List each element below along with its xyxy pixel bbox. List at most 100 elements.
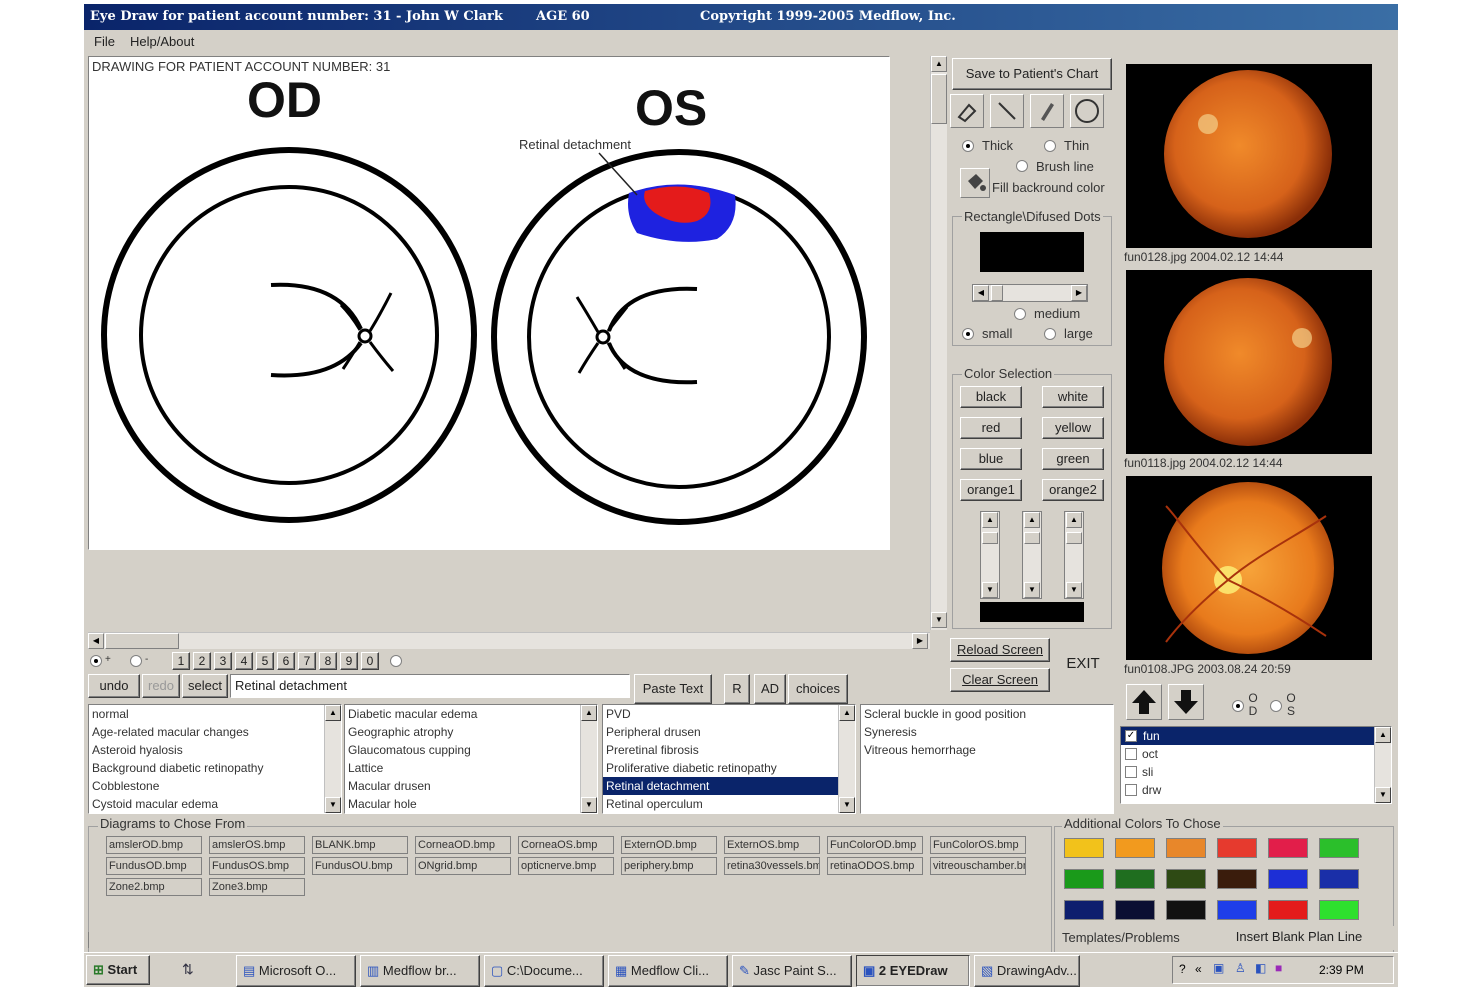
blue-down-arrow-icon[interactable]: ▼ bbox=[1066, 582, 1082, 598]
templates-problems-label[interactable]: Templates/Problems bbox=[1062, 930, 1180, 945]
taskbar-item[interactable]: ✎ Jasc Paint S... bbox=[732, 955, 852, 987]
list-item[interactable]: Cobblestone bbox=[89, 777, 341, 795]
number-button[interactable]: 2 bbox=[193, 652, 211, 670]
image-type-list[interactable]: ✓ fun oct sli drw ▲ ▼ bbox=[1120, 726, 1392, 804]
color-swatch[interactable] bbox=[1268, 838, 1308, 858]
hscroll-thumb[interactable] bbox=[105, 633, 179, 649]
color-swatch[interactable] bbox=[1064, 869, 1104, 889]
color-swatch[interactable] bbox=[1115, 900, 1155, 920]
color-swatch[interactable] bbox=[1319, 869, 1359, 889]
tray-expand-icon[interactable]: « bbox=[1195, 962, 1202, 976]
diagram-file[interactable]: vitreouschamber.bmp bbox=[930, 857, 1026, 875]
image-type-fun[interactable]: ✓ fun bbox=[1121, 727, 1391, 745]
taskbar-item[interactable]: ▥ Medflow br... bbox=[360, 955, 480, 987]
green-up-arrow-icon[interactable]: ▲ bbox=[1024, 512, 1040, 528]
checkbox-icon[interactable] bbox=[1125, 766, 1137, 778]
list-item[interactable]: Scleral buckle in good position bbox=[861, 705, 1113, 723]
list-3-up-arrow-icon[interactable]: ▲ bbox=[839, 705, 855, 721]
taskbar-item[interactable]: ▢ C:\Docume... bbox=[484, 955, 604, 987]
scroll-thumb[interactable] bbox=[931, 74, 947, 124]
quick-launch-icon[interactable]: ⇅ bbox=[182, 961, 194, 978]
fundus-thumbnail-1[interactable] bbox=[1126, 64, 1372, 248]
findings-list-2[interactable]: Diabetic macular edema Geographic atroph… bbox=[344, 704, 598, 814]
eraser-tool[interactable] bbox=[950, 94, 984, 128]
od-radio[interactable] bbox=[1232, 700, 1244, 712]
taskbar-item[interactable]: ▤ Microsoft O... bbox=[236, 955, 356, 987]
fill-button[interactable] bbox=[960, 168, 990, 198]
color-swatch[interactable] bbox=[1217, 869, 1257, 889]
image-type-oct[interactable]: oct bbox=[1121, 745, 1391, 763]
slider-left-arrow-icon[interactable]: ◀ bbox=[973, 285, 989, 301]
circle-tool[interactable] bbox=[1070, 94, 1104, 128]
color-black-button[interactable]: black bbox=[960, 386, 1022, 408]
list-1-scrollbar[interactable]: ▲ ▼ bbox=[324, 705, 341, 813]
red-thumb[interactable] bbox=[982, 532, 998, 544]
list-2-down-arrow-icon[interactable]: ▼ bbox=[581, 797, 597, 813]
diagram-file[interactable]: FundusOS.bmp bbox=[209, 857, 305, 875]
diagram-file[interactable]: opticnerve.bmp bbox=[518, 857, 614, 875]
number-button[interactable]: 3 bbox=[214, 652, 232, 670]
number-button[interactable]: 8 bbox=[319, 652, 337, 670]
list-item[interactable]: Peripheral drusen bbox=[603, 723, 855, 741]
color-swatch[interactable] bbox=[1217, 838, 1257, 858]
color-swatch[interactable] bbox=[1319, 838, 1359, 858]
help-tray-icon[interactable]: ? bbox=[1179, 962, 1186, 976]
drawing-canvas[interactable]: DRAWING FOR PATIENT ACCOUNT NUMBER: 31 O… bbox=[88, 56, 890, 550]
diagram-file[interactable]: periphery.bmp bbox=[621, 857, 717, 875]
thick-radio[interactable] bbox=[962, 140, 974, 152]
diagram-file[interactable]: FunColorOD.bmp bbox=[827, 836, 923, 854]
taskbar-item[interactable]: ▦ Medflow Cli... bbox=[608, 955, 728, 987]
blue-up-arrow-icon[interactable]: ▲ bbox=[1066, 512, 1082, 528]
diagram-file[interactable]: ExternOD.bmp bbox=[621, 836, 717, 854]
canvas-vertical-scrollbar[interactable]: ▲ ▼ bbox=[930, 56, 947, 630]
findings-list-1[interactable]: normal Age-related macular changes Aster… bbox=[88, 704, 342, 814]
list-1-down-arrow-icon[interactable]: ▼ bbox=[325, 797, 341, 813]
diagram-file[interactable]: FunColorOS.bmp bbox=[930, 836, 1026, 854]
color-swatch[interactable] bbox=[1166, 838, 1206, 858]
list-item[interactable]: Lattice bbox=[345, 759, 597, 777]
list-item[interactable]: Preretinal fibrosis bbox=[603, 741, 855, 759]
mode-radio-2[interactable] bbox=[130, 655, 142, 667]
list-2-scrollbar[interactable]: ▲ ▼ bbox=[580, 705, 597, 813]
number-button[interactable]: 1 bbox=[172, 652, 190, 670]
taskbar-item[interactable]: ▧ DrawingAdv... bbox=[974, 955, 1080, 987]
small-radio[interactable] bbox=[962, 328, 974, 340]
dot-size-slider[interactable]: ◀ ▶ bbox=[972, 284, 1088, 302]
blue-channel-scrollbar[interactable]: ▲ ▼ bbox=[1064, 511, 1084, 599]
start-button[interactable]: ⊞ Start bbox=[86, 955, 150, 985]
diagram-file[interactable]: BLANK.bmp bbox=[312, 836, 408, 854]
color-white-button[interactable]: white bbox=[1042, 386, 1104, 408]
clear-screen-button[interactable]: Clear Screen bbox=[950, 668, 1050, 692]
color-swatch[interactable] bbox=[1064, 900, 1104, 920]
color-swatch[interactable] bbox=[1115, 869, 1155, 889]
list-item[interactable]: Asteroid hyalosis bbox=[89, 741, 341, 759]
volume-tray-icon[interactable]: ◧ bbox=[1255, 961, 1266, 975]
list-1-up-arrow-icon[interactable]: ▲ bbox=[325, 705, 341, 721]
color-swatch[interactable] bbox=[1115, 838, 1155, 858]
network-tray-icon[interactable]: ▣ bbox=[1213, 961, 1224, 975]
canvas-horizontal-scrollbar[interactable]: ◀ ▶ bbox=[88, 632, 930, 649]
fundus-thumbnail-3[interactable] bbox=[1126, 476, 1372, 660]
findings-list-4[interactable]: Scleral buckle in good position Syneresi… bbox=[860, 704, 1114, 814]
blue-thumb[interactable] bbox=[1066, 532, 1082, 544]
list-item[interactable]: Background diabetic retinopathy bbox=[89, 759, 341, 777]
list-item[interactable]: Macular hole bbox=[345, 795, 597, 813]
diagram-file[interactable]: ONgrid.bmp bbox=[415, 857, 511, 875]
next-image-button[interactable] bbox=[1168, 684, 1204, 720]
exit-button[interactable]: EXIT bbox=[1054, 650, 1112, 680]
annotation-text-input[interactable]: Retinal detachment bbox=[230, 674, 630, 698]
scroll-up-arrow-icon[interactable]: ▲ bbox=[931, 56, 947, 72]
medium-radio[interactable] bbox=[1014, 308, 1026, 320]
list-item[interactable]: Age-related macular changes bbox=[89, 723, 341, 741]
diagram-file[interactable]: CorneaOS.bmp bbox=[518, 836, 614, 854]
brush-radio[interactable] bbox=[1016, 160, 1028, 172]
green-channel-scrollbar[interactable]: ▲ ▼ bbox=[1022, 511, 1042, 599]
thin-radio[interactable] bbox=[1044, 140, 1056, 152]
checkbox-checked-icon[interactable]: ✓ bbox=[1125, 730, 1137, 742]
list-item[interactable]: Vitreous hemorrhage bbox=[861, 741, 1113, 759]
color-swatch[interactable] bbox=[1166, 900, 1206, 920]
slider-thumb[interactable] bbox=[991, 285, 1003, 301]
red-channel-scrollbar[interactable]: ▲ ▼ bbox=[980, 511, 1000, 599]
list-item[interactable]: Cystoid macular edema bbox=[89, 795, 341, 813]
image-type-sli[interactable]: sli bbox=[1121, 763, 1391, 781]
